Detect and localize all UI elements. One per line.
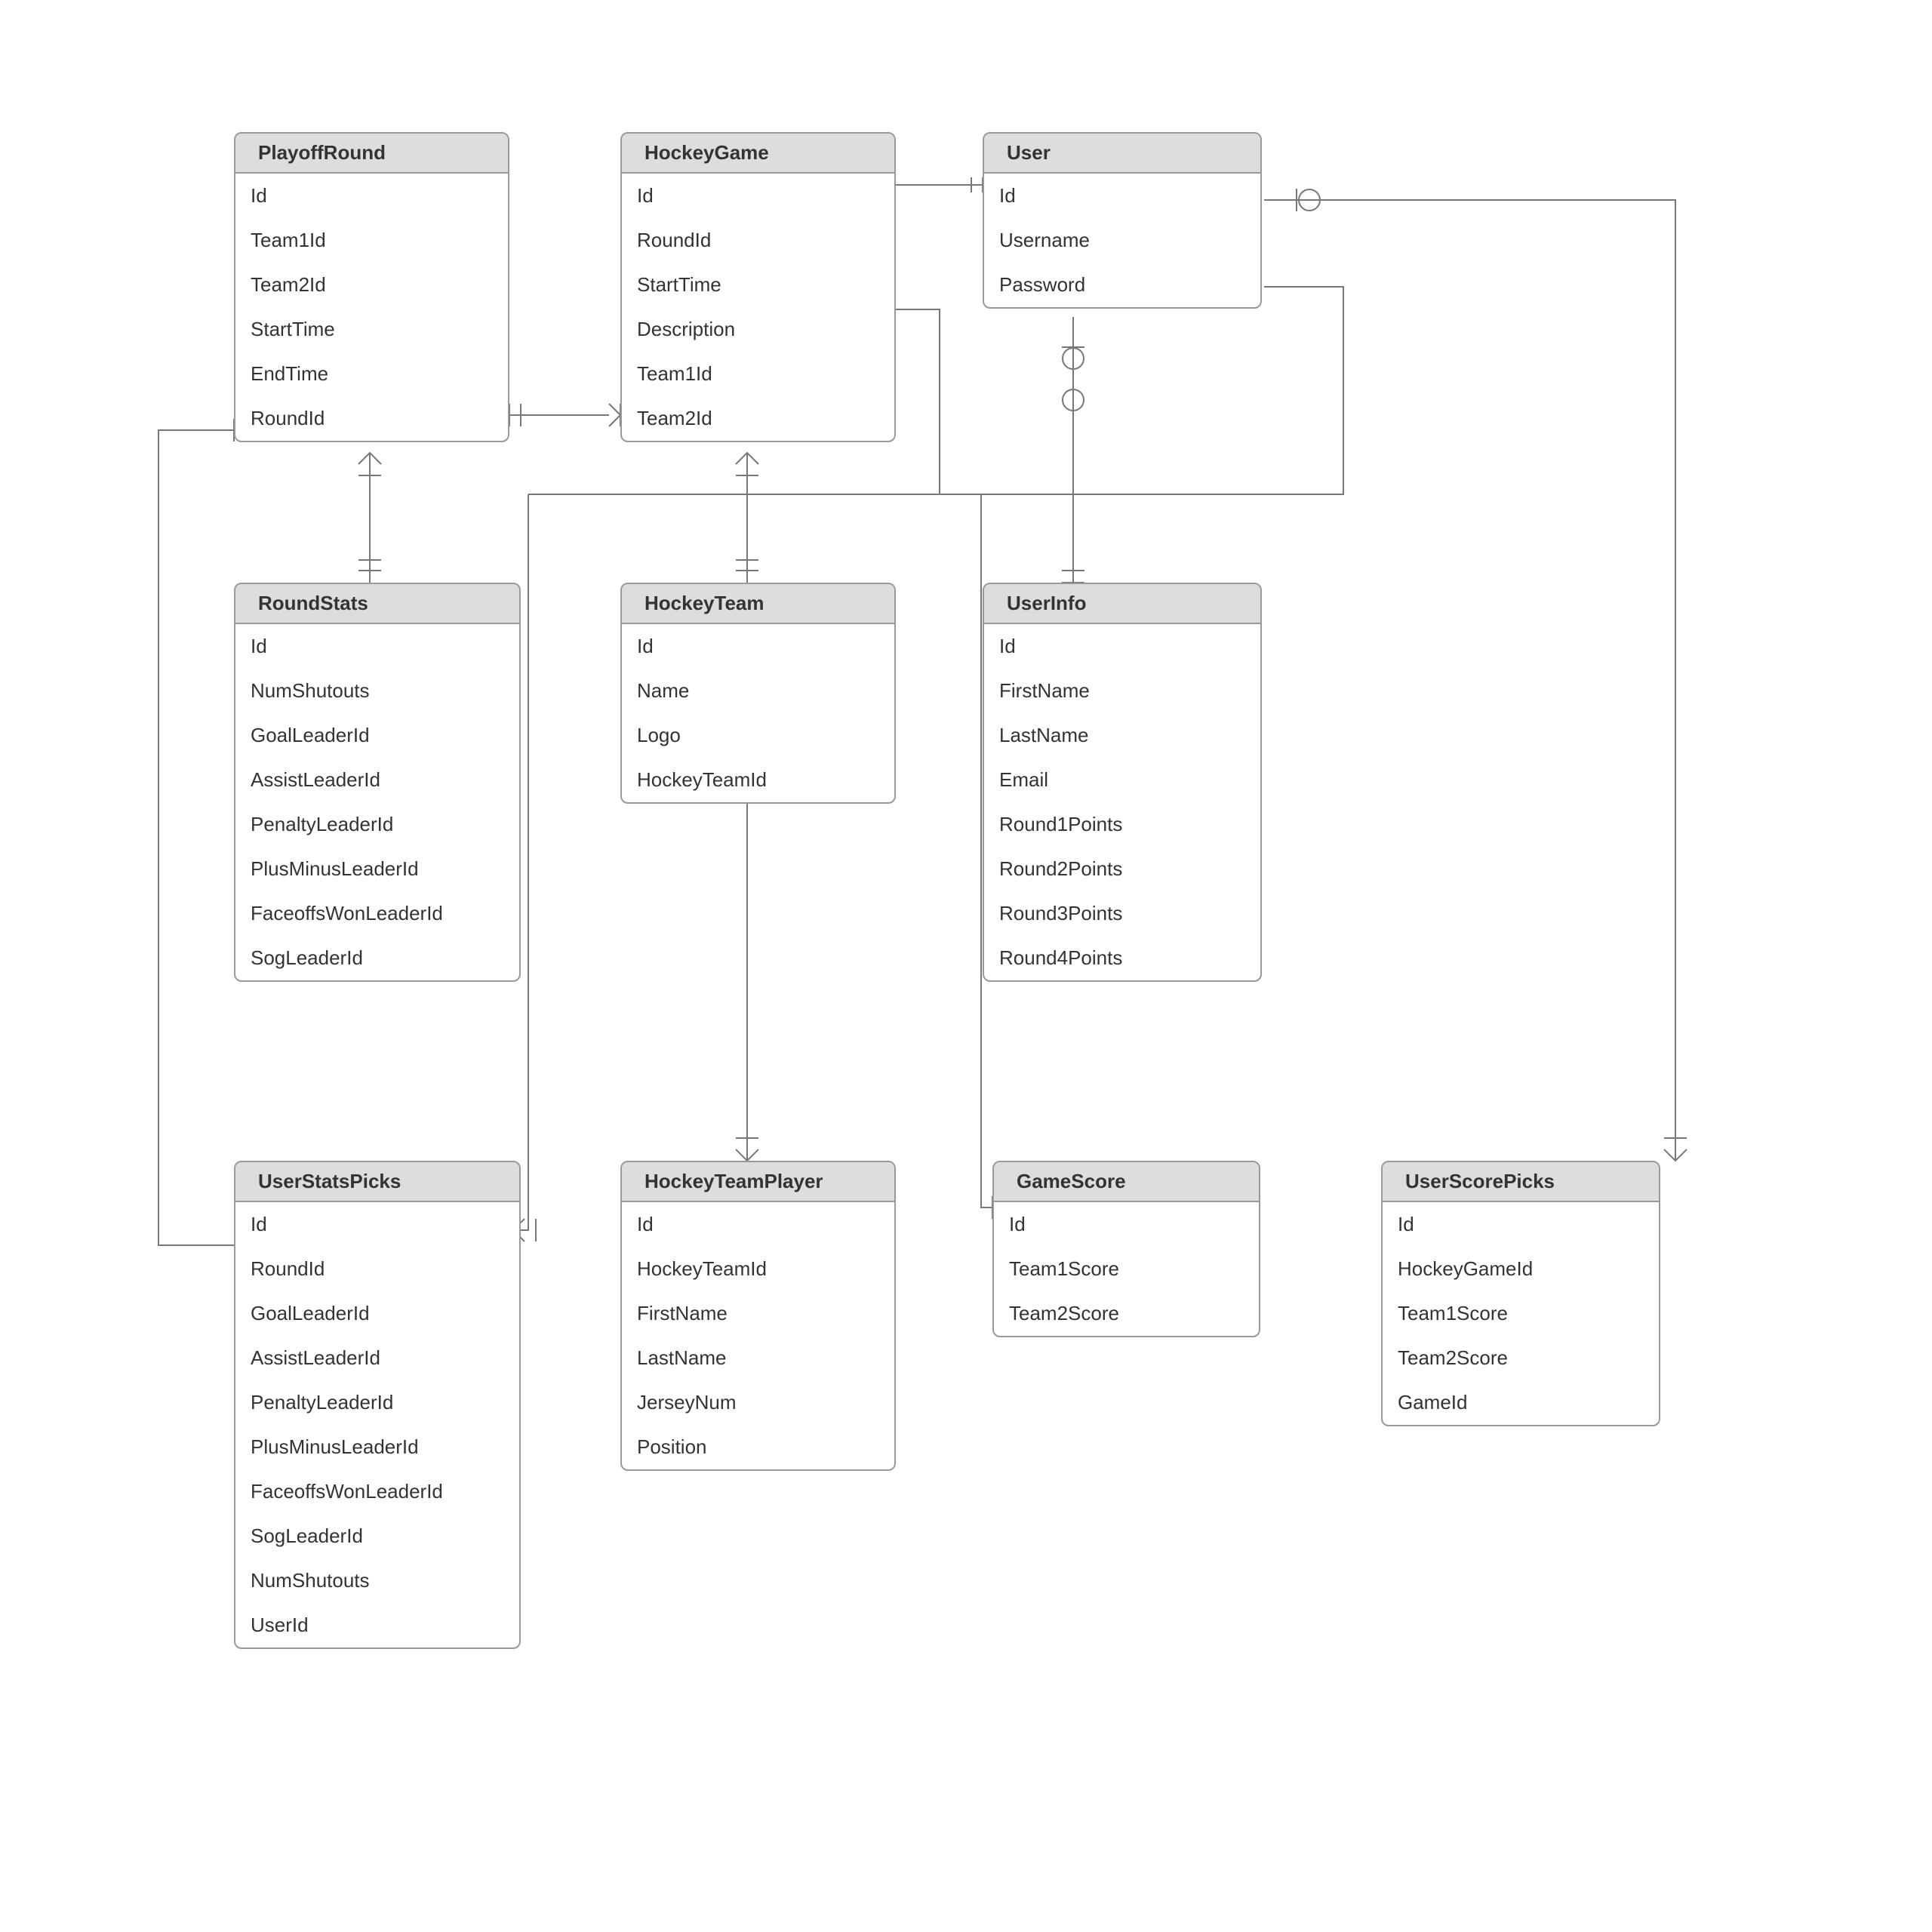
- entity-field: PlusMinusLeaderId: [235, 1425, 519, 1469]
- entity-field: Password: [984, 263, 1260, 307]
- entity-field: Round3Points: [984, 891, 1260, 936]
- entity-header: UserScorePicks: [1383, 1162, 1659, 1202]
- entity-field: NumShutouts: [235, 1558, 519, 1603]
- entity-field: FaceoffsWonLeaderId: [235, 1469, 519, 1514]
- entity-user: User IdUsernamePassword: [983, 132, 1262, 309]
- entity-field: SogLeaderId: [235, 1514, 519, 1558]
- entity-hockeyteamplayer: HockeyTeamPlayer IdHockeyTeamIdFirstName…: [620, 1161, 896, 1471]
- entity-field: Team2Id: [622, 396, 894, 441]
- entity-field: Username: [984, 218, 1260, 263]
- entity-hockeyteam: HockeyTeam IdNameLogoHockeyTeamId: [620, 583, 896, 804]
- entity-field: HockeyTeamId: [622, 758, 894, 802]
- entity-field: HockeyGameId: [1383, 1247, 1659, 1291]
- entity-field: PenaltyLeaderId: [235, 802, 519, 847]
- entity-header: UserInfo: [984, 584, 1260, 624]
- entity-header: HockeyTeamPlayer: [622, 1162, 894, 1202]
- entity-header: HockeyGame: [622, 134, 894, 174]
- entity-hockeygame: HockeyGame IdRoundIdStartTimeDescription…: [620, 132, 896, 442]
- entity-field: NumShutouts: [235, 669, 519, 713]
- entity-field: PenaltyLeaderId: [235, 1380, 519, 1425]
- entity-field: FaceoffsWonLeaderId: [235, 891, 519, 936]
- entity-userscorepicks: UserScorePicks IdHockeyGameIdTeam1ScoreT…: [1381, 1161, 1660, 1426]
- entity-field: Team1Id: [622, 352, 894, 396]
- entity-field: Round1Points: [984, 802, 1260, 847]
- entity-header: GameScore: [994, 1162, 1259, 1202]
- entity-field: Id: [235, 1202, 519, 1247]
- entity-field: GoalLeaderId: [235, 713, 519, 758]
- entity-field: Id: [984, 174, 1260, 218]
- entity-field: StartTime: [235, 307, 508, 352]
- entity-field: GameId: [1383, 1380, 1659, 1425]
- entity-field: SogLeaderId: [235, 936, 519, 980]
- entity-field: Team1Score: [994, 1247, 1259, 1291]
- entity-field: Position: [622, 1425, 894, 1469]
- entity-field: JerseyNum: [622, 1380, 894, 1425]
- entity-roundstats: RoundStats IdNumShutoutsGoalLeaderIdAssi…: [234, 583, 521, 982]
- entity-field: UserId: [235, 1603, 519, 1647]
- entity-field: Id: [622, 1202, 894, 1247]
- entity-field: Name: [622, 669, 894, 713]
- entity-field: HockeyTeamId: [622, 1247, 894, 1291]
- entity-userinfo: UserInfo IdFirstNameLastNameEmailRound1P…: [983, 583, 1262, 982]
- entity-field: Round2Points: [984, 847, 1260, 891]
- entity-field: RoundId: [622, 218, 894, 263]
- entity-field: Id: [235, 624, 519, 669]
- entity-header: User: [984, 134, 1260, 174]
- entity-userstatspicks: UserStatsPicks IdRoundIdGoalLeaderIdAssi…: [234, 1161, 521, 1649]
- entity-field: RoundId: [235, 396, 508, 441]
- entity-field: AssistLeaderId: [235, 1336, 519, 1380]
- entity-header: HockeyTeam: [622, 584, 894, 624]
- entity-field: Team1Id: [235, 218, 508, 263]
- entity-header: RoundStats: [235, 584, 519, 624]
- entity-field: Team2Id: [235, 263, 508, 307]
- entity-field: Round4Points: [984, 936, 1260, 980]
- entity-field: StartTime: [622, 263, 894, 307]
- entity-field: Team2Score: [1383, 1336, 1659, 1380]
- er-diagram: PlayoffRound IdTeam1IdTeam2IdStartTimeEn…: [0, 0, 1932, 1932]
- entity-field: PlusMinusLeaderId: [235, 847, 519, 891]
- entity-field: RoundId: [235, 1247, 519, 1291]
- entity-field: Id: [984, 624, 1260, 669]
- entity-header: PlayoffRound: [235, 134, 508, 174]
- entity-field: Id: [622, 624, 894, 669]
- entity-field: Id: [1383, 1202, 1659, 1247]
- entity-field: Team2Score: [994, 1291, 1259, 1336]
- entity-field: Description: [622, 307, 894, 352]
- entity-field: Id: [994, 1202, 1259, 1247]
- entity-field: LastName: [622, 1336, 894, 1380]
- entity-field: FirstName: [622, 1291, 894, 1336]
- entity-field: Team1Score: [1383, 1291, 1659, 1336]
- entity-field: LastName: [984, 713, 1260, 758]
- entity-field: FirstName: [984, 669, 1260, 713]
- entity-gamescore: GameScore IdTeam1ScoreTeam2Score: [992, 1161, 1260, 1337]
- entity-field: Email: [984, 758, 1260, 802]
- entity-field: Id: [235, 174, 508, 218]
- entity-playoffround: PlayoffRound IdTeam1IdTeam2IdStartTimeEn…: [234, 132, 509, 442]
- entity-header: UserStatsPicks: [235, 1162, 519, 1202]
- entity-field: EndTime: [235, 352, 508, 396]
- entity-field: AssistLeaderId: [235, 758, 519, 802]
- entity-field: Logo: [622, 713, 894, 758]
- entity-field: GoalLeaderId: [235, 1291, 519, 1336]
- entity-field: Id: [622, 174, 894, 218]
